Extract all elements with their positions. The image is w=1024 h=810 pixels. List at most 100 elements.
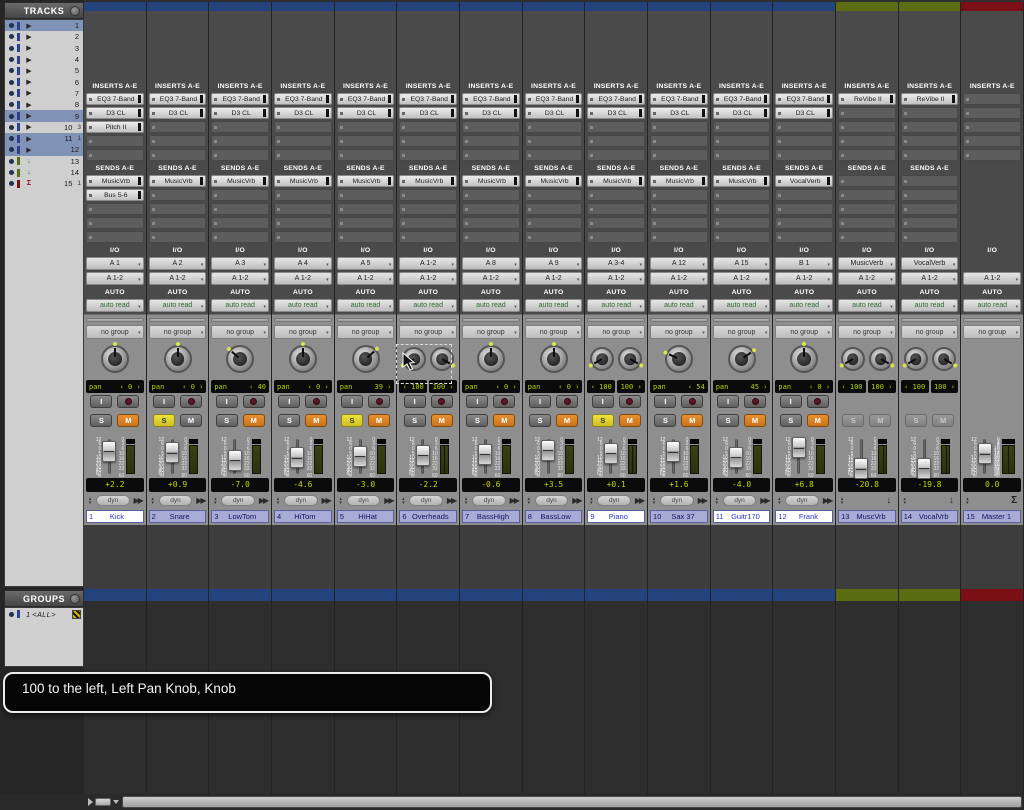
send-power-icon[interactable] (590, 222, 593, 225)
insert-slot-empty[interactable] (587, 149, 645, 161)
track-list-row[interactable]: Σ151 (5, 178, 83, 189)
send-slot-empty[interactable] (149, 189, 207, 201)
fader-track[interactable] (478, 437, 492, 476)
solo-button[interactable]: S (153, 414, 175, 427)
insert-power-icon[interactable] (340, 140, 343, 143)
send-slot-empty[interactable] (587, 189, 645, 201)
right-pan-knob[interactable] (869, 347, 893, 371)
send-slot-empty[interactable] (901, 231, 959, 243)
send-power-icon[interactable] (590, 208, 593, 211)
input-monitor-button[interactable]: I (466, 395, 488, 408)
output-selector[interactable]: A 1-2▾ (713, 272, 771, 285)
insert-power-icon[interactable] (214, 112, 217, 115)
insert-power-icon[interactable] (653, 126, 656, 129)
volume-display[interactable]: -3.0 (337, 478, 395, 492)
volume-display[interactable]: -0.6 (462, 478, 520, 492)
send-power-icon[interactable] (904, 222, 907, 225)
insert-slot[interactable]: D3 CL (775, 107, 833, 119)
insert-slot-empty[interactable] (149, 121, 207, 133)
insert-power-icon[interactable] (528, 140, 531, 143)
mute-button[interactable]: M (869, 414, 891, 427)
record-arm-button[interactable] (744, 395, 766, 408)
insert-power-icon[interactable] (465, 140, 468, 143)
left-pan-knob[interactable] (590, 347, 614, 371)
mute-button[interactable]: M (681, 414, 703, 427)
send-slot-empty[interactable] (211, 217, 269, 229)
group-selector[interactable]: no group▾ (901, 325, 959, 339)
insert-power-icon[interactable] (277, 126, 280, 129)
send-slot-empty[interactable] (211, 231, 269, 243)
send-slot-empty[interactable] (838, 231, 896, 243)
insert-power-icon[interactable] (402, 112, 405, 115)
send-slot-empty[interactable] (525, 203, 583, 215)
send-slot-empty[interactable] (86, 231, 144, 243)
input-selector[interactable]: A 12▾ (650, 257, 708, 270)
send-slot-empty[interactable] (838, 203, 896, 215)
send-power-icon[interactable] (152, 208, 155, 211)
insert-slot[interactable]: EQ3 7-Band (337, 93, 395, 105)
insert-power-icon[interactable] (214, 154, 217, 157)
fader-track[interactable] (416, 437, 430, 476)
record-arm-button[interactable] (556, 395, 578, 408)
send-slot[interactable]: VocalVerb (775, 175, 833, 187)
send-power-icon[interactable] (904, 236, 907, 239)
volume-nudge-spinner[interactable]: ▴▾ (713, 497, 721, 505)
mute-button[interactable]: M (493, 414, 515, 427)
insert-power-icon[interactable] (778, 126, 781, 129)
send-power-icon[interactable] (214, 194, 217, 197)
insert-slot[interactable]: Pitch II (86, 121, 144, 133)
insert-power-icon[interactable] (402, 126, 405, 129)
insert-slot-empty[interactable] (399, 121, 457, 133)
insert-power-icon[interactable] (89, 112, 92, 115)
insert-slot[interactable]: D3 CL (211, 107, 269, 119)
insert-slot-empty[interactable] (650, 135, 708, 147)
insert-slot-empty[interactable] (525, 149, 583, 161)
volume-fader[interactable] (854, 458, 868, 479)
left-pan-display[interactable]: ‹ 100 (838, 380, 866, 393)
track-name[interactable]: 3LowTom (211, 510, 269, 523)
insert-slot[interactable]: D3 CL (337, 107, 395, 119)
output-selector[interactable]: A 1-2▾ (399, 272, 457, 285)
send-power-icon[interactable] (89, 208, 92, 211)
insert-power-icon[interactable] (841, 140, 844, 143)
output-selector[interactable]: A 1-2▾ (650, 272, 708, 285)
track-list-row[interactable]: ▶5 (5, 65, 83, 76)
send-slot-empty[interactable] (399, 203, 457, 215)
left-pan-display[interactable]: ‹ 100 (587, 380, 615, 393)
solo-button[interactable]: S (404, 414, 426, 427)
send-slot[interactable]: MusicVrb (650, 175, 708, 187)
fast-forward-icon[interactable]: ▶▶ (821, 496, 833, 505)
fader-track[interactable] (978, 437, 992, 476)
volume-fader[interactable] (917, 458, 931, 479)
insert-slot[interactable]: EQ3 7-Band (525, 93, 583, 105)
insert-power-icon[interactable] (528, 154, 531, 157)
output-selector[interactable]: A 1-2▾ (775, 272, 833, 285)
mute-button[interactable]: M (619, 414, 641, 427)
insert-power-icon[interactable] (152, 126, 155, 129)
insert-power-icon[interactable] (89, 140, 92, 143)
send-power-icon[interactable] (841, 194, 844, 197)
volume-nudge-spinner[interactable]: ▴▾ (587, 497, 595, 505)
send-slot-empty[interactable] (650, 189, 708, 201)
pan-display[interactable]: pan‹ 54 (650, 380, 708, 393)
track-list-row[interactable]: ▶8 (5, 99, 83, 110)
solo-button[interactable]: S (90, 414, 112, 427)
send-power-icon[interactable] (214, 180, 217, 183)
send-power-icon[interactable] (778, 208, 781, 211)
track-list-row[interactable]: ▶3 (5, 43, 83, 54)
insert-slot-empty[interactable] (337, 121, 395, 133)
send-power-icon[interactable] (528, 180, 531, 183)
volume-display[interactable]: -19.8 (901, 478, 959, 492)
volume-nudge-spinner[interactable]: ▴▾ (149, 497, 157, 505)
insert-slot-empty[interactable] (462, 135, 520, 147)
insert-slot-empty[interactable] (587, 121, 645, 133)
insert-slot-empty[interactable] (211, 121, 269, 133)
pan-knob[interactable] (477, 345, 505, 373)
send-power-icon[interactable] (214, 222, 217, 225)
fader-track[interactable] (729, 437, 743, 476)
send-slot-empty[interactable] (399, 189, 457, 201)
send-power-icon[interactable] (590, 180, 593, 183)
clip-indicator[interactable] (1002, 439, 1015, 444)
clip-indicator[interactable] (252, 439, 261, 444)
send-power-icon[interactable] (214, 236, 217, 239)
